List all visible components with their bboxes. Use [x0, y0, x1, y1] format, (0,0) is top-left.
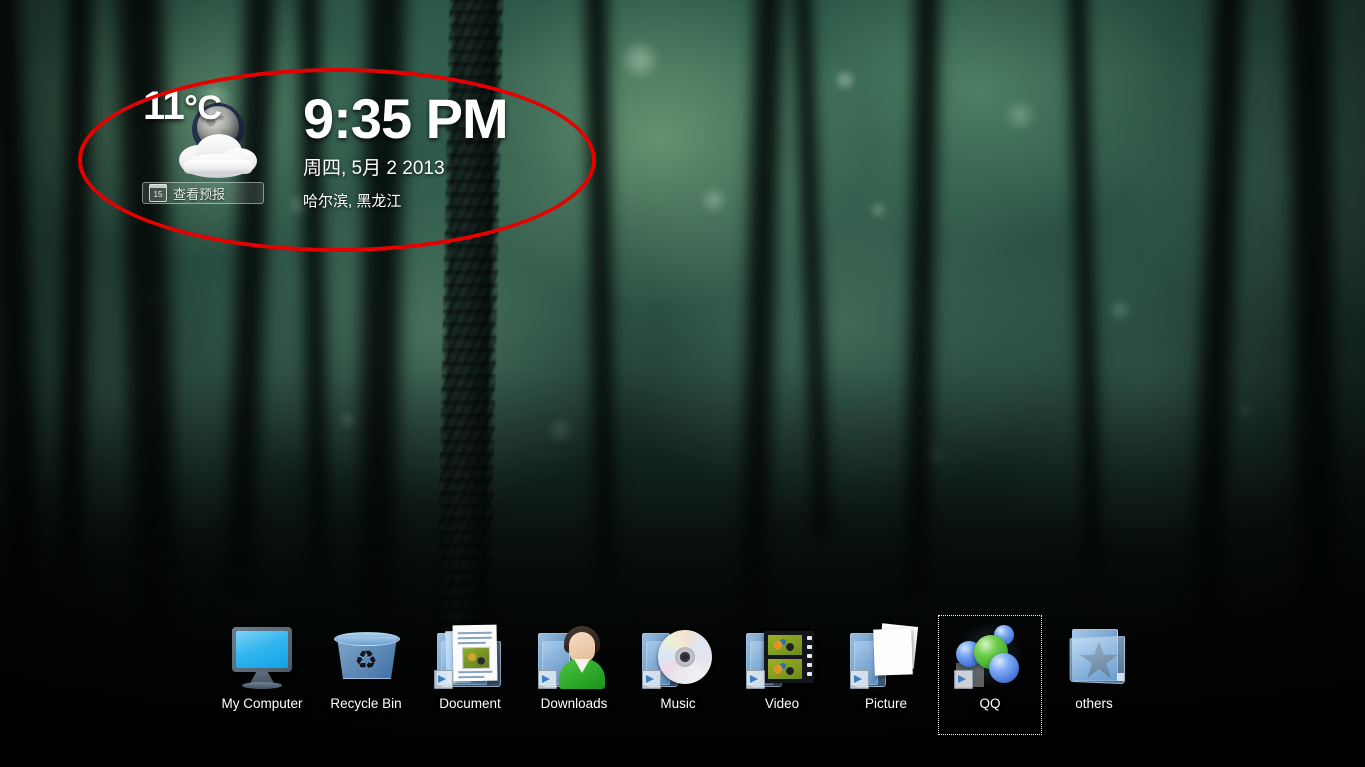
- video-film-icon: [746, 619, 818, 691]
- desktop-icon-qq[interactable]: QQ: [938, 615, 1042, 735]
- desktop-icon-recycle-bin[interactable]: ♻ Recycle Bin: [314, 615, 418, 735]
- clock-time: 9:35 PM: [303, 87, 509, 150]
- shortcut-arrow-badge: [954, 670, 973, 689]
- documents-folder-icon: [434, 619, 506, 691]
- desktop-icon-label: others: [1075, 696, 1113, 711]
- desktop-icon-label: Document: [439, 696, 501, 711]
- desktop-icon-others[interactable]: others: [1042, 615, 1146, 735]
- desktop-icon-picture[interactable]: Picture: [834, 615, 938, 735]
- desktop-icon-label: Downloads: [540, 696, 608, 711]
- shortcut-arrow-badge: [434, 670, 453, 689]
- temperature-unit: °C: [184, 89, 222, 127]
- music-cd-icon: [642, 619, 714, 691]
- pictures-stack-icon: [850, 619, 922, 691]
- view-forecast-button[interactable]: 15 查看预报: [142, 182, 264, 204]
- desktop-icon-video[interactable]: Video: [730, 615, 834, 735]
- recycle-bin-icon: ♻: [330, 619, 402, 691]
- others-folder-star-icon: [1058, 619, 1130, 691]
- shortcut-arrow-badge: [850, 670, 869, 689]
- shortcut-arrow-badge: [642, 670, 661, 689]
- shortcut-arrow-badge: [538, 670, 557, 689]
- clock-location: 哈尔滨, 黑龙江: [303, 193, 402, 211]
- desktop-icon-label: Video: [764, 696, 800, 711]
- calendar-day-number: 15: [153, 190, 163, 199]
- desktop-icon-label: QQ: [979, 696, 1001, 711]
- clock-gadget[interactable]: 9:35 PM 周四, 5月 2 2013 哈尔滨, 黑龙江: [303, 86, 509, 211]
- my-computer-icon: [226, 619, 298, 691]
- downloads-user-icon: [538, 619, 610, 691]
- clock-weather-gadget[interactable]: 11°C 15 查看预报 9:35 PM 周四, 5月 2 2013 哈尔滨, …: [135, 86, 509, 216]
- desktop-icon-label: My Computer: [221, 696, 303, 711]
- temperature-value: 11: [143, 84, 185, 128]
- calendar-icon: 15: [149, 184, 167, 202]
- desktop-icon-row: My Computer ♻ Recycle Bin Document Downl…: [210, 615, 1146, 735]
- desktop-icon-my-computer[interactable]: My Computer: [210, 615, 314, 735]
- desktop-icon-label: Recycle Bin: [330, 696, 402, 711]
- desktop[interactable]: 11°C 15 查看预报 9:35 PM 周四, 5月 2 2013 哈尔滨, …: [0, 0, 1365, 767]
- desktop-icon-music[interactable]: Music: [626, 615, 730, 735]
- weather-gadget[interactable]: 11°C 15 查看预报: [135, 86, 285, 216]
- desktop-icon-label: Music: [660, 696, 696, 711]
- desktop-icon-downloads[interactable]: Downloads: [522, 615, 626, 735]
- desktop-icon-label: Picture: [864, 696, 908, 711]
- view-forecast-label: 查看预报: [173, 186, 226, 202]
- shortcut-arrow-badge: [746, 670, 765, 689]
- desktop-icon-document[interactable]: Document: [418, 615, 522, 735]
- qq-spheres-icon: [954, 619, 1026, 691]
- clock-date: 周四, 5月 2 2013: [303, 158, 445, 180]
- weather-temperature: 11°C: [135, 86, 285, 126]
